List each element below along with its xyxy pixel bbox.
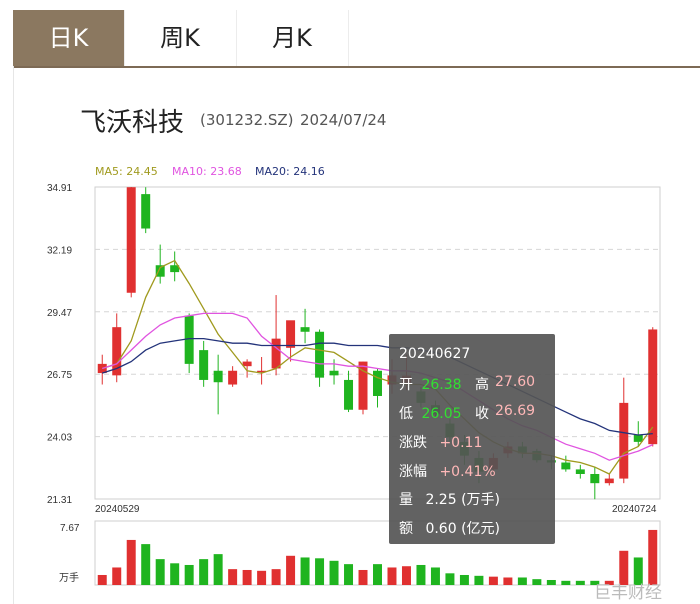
candle-body	[141, 194, 151, 229]
candle-body	[300, 327, 310, 332]
candle-body	[575, 469, 585, 474]
volume-bar	[155, 559, 165, 585]
y-tick-label: 21.31	[47, 495, 72, 506]
candle-body	[373, 370, 382, 396]
volume-bar	[575, 580, 585, 585]
candle-body	[648, 329, 658, 445]
tooltip-open-high: 开 26.38 高 27.60	[399, 374, 549, 394]
volume-bar	[387, 567, 397, 585]
volume-bar	[257, 570, 267, 585]
ma-lines	[102, 259, 654, 475]
tooltip-low-value: 26.05	[421, 406, 462, 422]
volume-bar	[561, 580, 571, 585]
y-tick-label: 32.19	[47, 245, 72, 256]
candle-body	[184, 315, 194, 364]
volume-bar	[286, 555, 296, 585]
tooltip-pct: 涨幅 +0.41%	[399, 461, 496, 481]
tooltip-amt-value: 0.60 (亿元)	[425, 521, 500, 537]
candle-body	[228, 370, 238, 385]
volume-bar	[199, 559, 209, 585]
tooltip-change-value: +0.11	[439, 435, 483, 451]
tooltip-date: 20240627	[399, 346, 471, 362]
volume-unit-label: 万手	[59, 571, 79, 584]
candle-body	[271, 338, 281, 369]
tooltip-close-label: 收	[475, 406, 489, 422]
candle-body	[199, 350, 209, 380]
candle-body	[344, 379, 354, 410]
y-tick-label: 34.91	[47, 183, 72, 194]
volume-bar	[532, 579, 542, 585]
y-tick-label: 29.47	[47, 308, 72, 319]
volume-bar	[373, 564, 382, 585]
volume-bar	[213, 554, 223, 585]
volume-bar	[112, 567, 122, 585]
candle-body	[590, 473, 600, 484]
tooltip-vol-label: 量	[399, 492, 413, 508]
candle-body	[619, 402, 629, 479]
tooltip-pct-label: 涨幅	[399, 464, 427, 480]
y-tick-label: 26.75	[47, 370, 72, 381]
tooltip-pct-value: +0.41%	[439, 464, 496, 480]
candle-tooltip: 20240627 开 26.38 高 27.60 低 26.05 收 26.69…	[389, 334, 555, 544]
volume-bar	[329, 560, 339, 585]
volume-bar	[445, 573, 455, 585]
volume-bar	[546, 579, 556, 585]
candle-body	[126, 187, 136, 293]
tooltip-high-value: 27.60	[495, 374, 536, 390]
volume-bar	[459, 574, 469, 585]
candle-body	[561, 462, 571, 470]
ma5-line	[102, 259, 654, 475]
volume-bar	[430, 567, 440, 585]
plot-frame	[94, 186, 661, 500]
candle-body	[633, 434, 643, 442]
volume-bar	[141, 544, 151, 585]
tooltip-amount: 额 0.60 (亿元)	[399, 518, 500, 538]
volume-bar	[300, 557, 310, 585]
volume-bar	[126, 539, 136, 585]
watermark: 巨丰财经	[594, 583, 662, 603]
tooltip-high-label: 高	[475, 377, 489, 393]
candle-body	[604, 478, 614, 484]
candle-body	[242, 361, 252, 367]
kline-widget: 日K 周K 月K 飞沃科技 (301232.SZ) 2024/07/24 MA5…	[0, 0, 700, 604]
volume-bar	[184, 564, 194, 585]
volume-bar	[170, 563, 180, 585]
tooltip-open-label: 开	[399, 377, 413, 393]
candle-body	[315, 331, 325, 378]
tooltip-close-value: 26.69	[495, 403, 536, 419]
volume-bar	[315, 558, 325, 585]
y-tick-label: 24.03	[47, 433, 72, 444]
volume-bar	[242, 569, 252, 585]
x-end-label: 20240724	[612, 504, 657, 515]
volume-bar	[228, 569, 238, 585]
tooltip-change: 涨跌 +0.11	[399, 432, 482, 452]
volume-bar	[488, 576, 498, 585]
volume-bar	[271, 569, 281, 585]
candle-body	[213, 370, 223, 383]
tooltip-change-label: 涨跌	[399, 435, 427, 451]
volume-max-label: 7.67	[60, 523, 80, 534]
volume-bar	[503, 577, 513, 585]
volume-bar	[416, 564, 426, 585]
volume-bar	[97, 574, 107, 585]
tooltip-vol-value: 2.25 (万手)	[425, 492, 500, 508]
tooltip-volume: 量 2.25 (万手)	[399, 489, 500, 509]
volume-bar	[517, 577, 527, 585]
kline-chart[interactable]: 34.91 32.19 29.47 26.75 24.03 21.31 20240529 20…	[0, 0, 700, 604]
tooltip-low-close: 低 26.05 收 26.69	[399, 403, 549, 423]
price-grid	[94, 186, 661, 500]
tooltip-low-label: 低	[399, 406, 413, 422]
volume-bars: 7.67 万手	[59, 520, 661, 586]
candles	[97, 187, 658, 500]
volume-bar	[344, 564, 354, 585]
volume-bar	[401, 566, 411, 585]
candle-body	[286, 320, 296, 348]
candle-body	[329, 370, 339, 376]
x-start-label: 20240529	[95, 504, 140, 515]
volume-bar	[648, 529, 658, 585]
tooltip-amt-label: 额	[399, 521, 413, 537]
tooltip-open-value: 26.38	[421, 377, 462, 393]
volume-bar	[474, 575, 484, 585]
volume-bar	[358, 569, 368, 585]
